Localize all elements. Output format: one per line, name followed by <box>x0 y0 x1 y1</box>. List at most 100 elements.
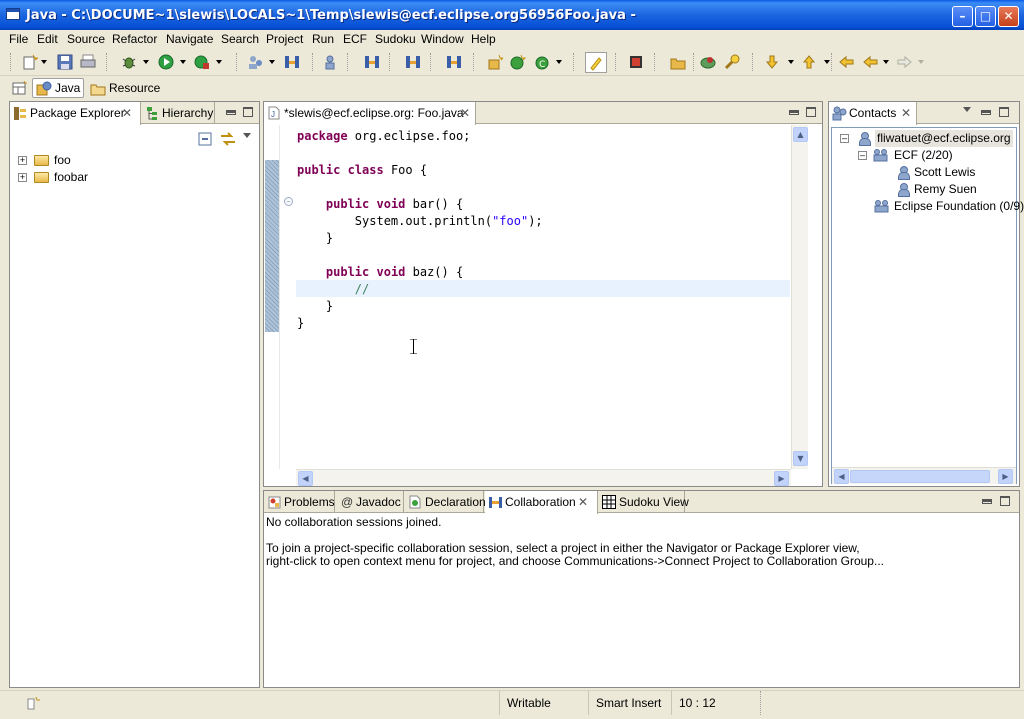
minimize-view-icon[interactable] <box>982 499 992 504</box>
tab-foo-java[interactable]: J *slewis@ecf.eclipse.org: Foo.java ✕ <box>264 102 476 125</box>
maximize-view-icon[interactable] <box>999 107 1009 117</box>
run-dropdown-arrow[interactable] <box>180 60 186 64</box>
maximize-editor-icon[interactable] <box>806 107 816 117</box>
open-task-icon[interactable] <box>700 54 716 70</box>
resource-perspective-button[interactable]: Resource <box>86 78 160 98</box>
vertical-ruler[interactable] <box>265 125 280 469</box>
close-icon[interactable]: ✕ <box>122 102 134 124</box>
back-icon[interactable] <box>862 54 878 70</box>
minimize-button[interactable]: – <box>952 6 973 27</box>
new-java-dropdown-arrow[interactable] <box>556 60 562 64</box>
view-menu-arrow[interactable] <box>243 133 251 138</box>
link-with-editor-icon[interactable] <box>220 131 236 147</box>
user-icon[interactable] <box>322 54 338 70</box>
scroll-up-arrow[interactable]: ▲ <box>793 127 808 142</box>
java-perspective-button[interactable]: Java <box>32 78 84 98</box>
tab-contacts[interactable]: Contacts ✕ <box>829 102 917 125</box>
editor-horizontal-scrollbar[interactable]: ◀ ▶ <box>296 469 791 486</box>
share-editor-icon[interactable] <box>284 54 300 70</box>
debug-dropdown-arrow[interactable] <box>143 60 149 64</box>
scroll-down-arrow[interactable]: ▼ <box>793 451 808 466</box>
maximize-view-icon[interactable] <box>243 107 253 117</box>
collaboration-dropdown-arrow[interactable] <box>269 60 275 64</box>
tab-javadoc[interactable]: @ Javadoc <box>336 491 404 513</box>
debug-icon[interactable] <box>121 54 137 70</box>
next-annotation-dropdown-arrow[interactable] <box>788 60 794 64</box>
collapse-all-icon[interactable] <box>198 132 212 146</box>
close-icon[interactable]: ✕ <box>901 102 913 124</box>
window-icon[interactable] <box>6 8 20 20</box>
back-dropdown-arrow[interactable] <box>883 60 889 64</box>
tab-problems[interactable]: Problems <box>264 491 335 513</box>
tree-item-account[interactable]: – fliwatuet@ecf.eclipse.org <box>840 130 1013 147</box>
share-view-icon[interactable] <box>364 54 380 70</box>
previous-annotation-icon[interactable] <box>801 54 817 70</box>
tab-hierarchy[interactable]: Hierarchy <box>142 102 215 124</box>
scrollbar-thumb[interactable] <box>850 470 990 483</box>
scroll-right-arrow[interactable]: ▶ <box>774 471 789 486</box>
scroll-left-arrow[interactable]: ◀ <box>298 471 313 486</box>
new-wizard-icon[interactable] <box>22 54 38 70</box>
expand-icon[interactable]: + <box>18 156 27 165</box>
maximize-button[interactable]: □ <box>975 6 996 27</box>
toggle-mark-occurrences-button[interactable] <box>585 52 607 73</box>
maximize-view-icon[interactable] <box>1000 496 1010 506</box>
menu-window[interactable]: Window <box>421 32 464 46</box>
new-dropdown-arrow[interactable] <box>41 60 47 64</box>
new-java-element-icon[interactable]: C <box>535 54 551 70</box>
collapse-icon[interactable]: – <box>858 151 867 160</box>
editor-vertical-scrollbar[interactable]: ▲ ▼ <box>791 125 808 469</box>
tab-collaboration[interactable]: Collaboration ✕ <box>485 491 598 514</box>
tab-declaration[interactable]: Declaration <box>405 491 486 513</box>
run-icon[interactable] <box>158 54 174 70</box>
minimize-view-icon[interactable] <box>226 110 236 115</box>
menu-sudoku[interactable]: Sudoku <box>375 32 416 46</box>
code-text-area[interactable]: package org.eclipse.foo; public class Foo… <box>296 125 790 469</box>
collapse-icon[interactable]: – <box>284 197 293 207</box>
fast-view-icon[interactable] <box>26 696 42 710</box>
save-icon[interactable] <box>57 54 73 70</box>
folding-ruler[interactable]: – <box>281 125 295 469</box>
menu-edit[interactable]: Edit <box>37 32 58 46</box>
collaboration-connect-icon[interactable] <box>248 54 264 70</box>
title-bar[interactable]: Java - C:\DOCUME~1\slewis\LOCALS~1\Temp\… <box>0 0 1024 30</box>
tab-sudoku-view[interactable]: Sudoku View <box>599 491 689 513</box>
scroll-left-arrow[interactable]: ◀ <box>834 469 849 484</box>
next-annotation-icon[interactable] <box>764 54 780 70</box>
close-icon[interactable]: ✕ <box>578 491 590 513</box>
minimize-view-icon[interactable] <box>981 110 991 115</box>
contacts-horizontal-scrollbar[interactable]: ◀ ▶ <box>832 467 1016 484</box>
menu-file[interactable]: File <box>9 32 28 46</box>
menu-search[interactable]: Search <box>221 32 259 46</box>
tab-package-explorer[interactable]: Package Explorer ✕ <box>10 102 141 125</box>
minimize-editor-icon[interactable] <box>789 110 799 115</box>
view-menu-arrow[interactable] <box>963 107 971 112</box>
external-tools-icon[interactable] <box>194 54 210 70</box>
share-project-icon[interactable] <box>405 54 421 70</box>
open-type-icon[interactable] <box>670 54 686 70</box>
expand-icon[interactable]: + <box>18 173 27 182</box>
collapse-icon[interactable]: – <box>840 134 849 143</box>
close-button[interactable]: ✕ <box>998 6 1019 27</box>
menu-run[interactable]: Run <box>312 32 334 46</box>
menu-project[interactable]: Project <box>266 32 303 46</box>
menu-refactor[interactable]: Refactor <box>112 32 157 46</box>
scroll-right-arrow[interactable]: ▶ <box>998 469 1013 484</box>
terminate-icon[interactable] <box>628 54 644 70</box>
previous-annotation-dropdown-arrow[interactable] <box>824 60 830 64</box>
new-class-icon[interactable] <box>510 54 526 70</box>
last-edit-location-icon[interactable] <box>838 54 854 70</box>
close-icon[interactable]: ✕ <box>460 102 472 124</box>
menu-help[interactable]: Help <box>471 32 496 46</box>
forward-dropdown-arrow[interactable] <box>918 60 924 64</box>
menu-source[interactable]: Source <box>67 32 105 46</box>
forward-icon[interactable] <box>897 54 913 70</box>
search-icon[interactable] <box>724 54 740 70</box>
share-workspace-icon[interactable] <box>446 54 462 70</box>
external-tools-dropdown-arrow[interactable] <box>216 60 222 64</box>
open-perspective-icon[interactable] <box>12 81 28 95</box>
menu-ecf[interactable]: ECF <box>343 32 367 46</box>
new-package-icon[interactable] <box>487 54 503 70</box>
menu-navigate[interactable]: Navigate <box>166 32 213 46</box>
print-icon[interactable] <box>80 54 96 70</box>
